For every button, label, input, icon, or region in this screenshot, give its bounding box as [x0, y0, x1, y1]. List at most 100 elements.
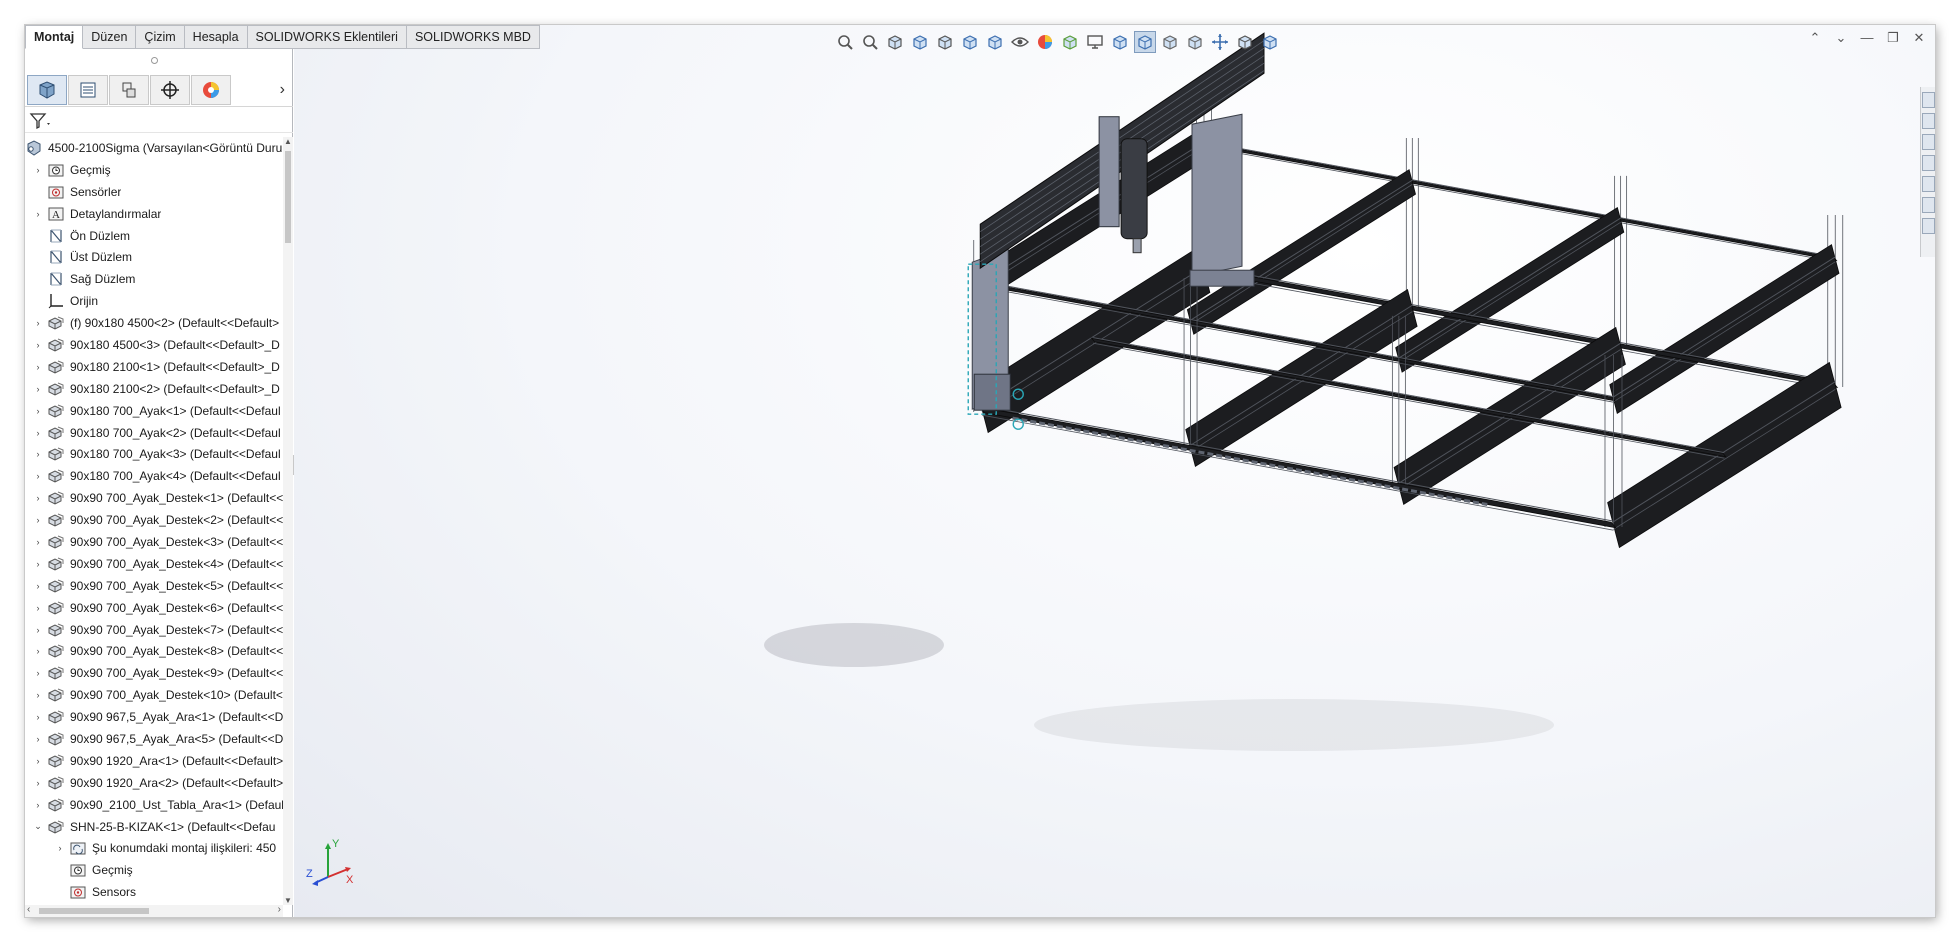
graphics-area[interactable]: ⌃ ⌄ — ❐ ✕ Y X Z — [294, 25, 1935, 917]
expand-arrow[interactable]: › — [33, 384, 43, 394]
collapse-arrow[interactable]: ⌄ — [33, 821, 43, 832]
section-view-icon[interactable] — [909, 31, 931, 53]
expand-arrow[interactable]: › — [33, 471, 43, 481]
expand-arrow[interactable]: › — [33, 559, 43, 569]
tab-solidworks-eklentileri[interactable]: SOLIDWORKS Eklentileri — [247, 25, 407, 49]
tree-item[interactable]: › 90x180 700_Ayak<1> (Default<<Defaul — [25, 400, 283, 422]
tree-item[interactable]: › 90x90 700_Ayak_Destek<10> (Default< — [25, 684, 283, 706]
tree-item[interactable]: › 90x90 700_Ayak_Destek<7> (Default<< — [25, 619, 283, 641]
minimize-icon[interactable]: — — [1859, 31, 1875, 45]
tree-item[interactable]: › 90x180 700_Ayak<3> (Default<<Defaul — [25, 443, 283, 465]
expand-arrow[interactable]: › — [33, 625, 43, 635]
tree-item[interactable]: Sağ Düzlem — [25, 268, 283, 290]
tree-item[interactable]: › 90x90 700_Ayak_Destek<2> (Default<< — [25, 509, 283, 531]
cnc-gantry-frame-model[interactable] — [294, 25, 1935, 917]
tree-item[interactable]: › 90x90 700_Ayak_Destek<8> (Default<< — [25, 640, 283, 662]
expand-arrow[interactable]: › — [33, 537, 43, 547]
close-icon[interactable]: ✕ — [1911, 31, 1927, 45]
tree-item[interactable]: › 90x90 700_Ayak_Destek<6> (Default<< — [25, 597, 283, 619]
scroll-left-arrow[interactable]: ‹ — [27, 904, 30, 915]
design-library-icon[interactable] — [1922, 113, 1935, 129]
previous-view-icon[interactable] — [884, 31, 906, 53]
filter-icon[interactable] — [29, 112, 53, 130]
tree-item[interactable]: Geçmiş — [25, 859, 283, 881]
normal-to-icon[interactable] — [1259, 31, 1281, 53]
scroll-down-arrow[interactable]: ▼ — [283, 896, 293, 905]
apply-scene-icon[interactable] — [1059, 31, 1081, 53]
tree-item[interactable]: › 90x180 4500<3> (Default<<Default>_D — [25, 334, 283, 356]
scroll-up-arrow[interactable]: ▲ — [283, 137, 293, 146]
pan-icon[interactable] — [1209, 31, 1231, 53]
scroll-thumb[interactable] — [285, 151, 291, 243]
restore-down-icon[interactable]: ⌄ — [1833, 31, 1849, 45]
forum-icon[interactable] — [1922, 218, 1935, 234]
expand-arrow[interactable]: › — [33, 318, 43, 328]
expand-arrow[interactable]: › — [33, 756, 43, 766]
tree-item[interactable]: › 90x180 2100<2> (Default<<Default>_D — [25, 378, 283, 400]
configuration-manager-icon[interactable] — [109, 74, 149, 105]
panel-grip[interactable] — [151, 57, 158, 64]
view-palette-icon[interactable] — [1922, 155, 1935, 171]
tree-item[interactable]: Sensörler — [25, 181, 283, 203]
solidworks-resources-icon[interactable] — [1922, 92, 1935, 108]
expand-arrow[interactable]: › — [33, 668, 43, 678]
hide-show-icon[interactable] — [1009, 31, 1031, 53]
view-settings-icon[interactable] — [1084, 31, 1106, 53]
property-manager-icon[interactable] — [68, 74, 108, 105]
expand-arrow[interactable]: › — [33, 603, 43, 613]
expand-arrow[interactable]: › — [33, 406, 43, 416]
tree-item[interactable]: › 90x90 700_Ayak_Destek<3> (Default<< — [25, 531, 283, 553]
expand-arrow[interactable]: › — [33, 581, 43, 591]
tree-item[interactable]: › 90x180 700_Ayak<4> (Default<<Defaul — [25, 465, 283, 487]
zoom-to-fit-icon[interactable] — [834, 31, 856, 53]
tree-item[interactable]: › Geçmiş — [25, 159, 283, 181]
next-tab-arrow[interactable]: › — [280, 81, 285, 99]
expand-arrow[interactable]: › — [33, 778, 43, 788]
expand-arrow[interactable]: › — [33, 165, 43, 175]
expand-arrow[interactable]: › — [33, 800, 43, 810]
expand-arrow[interactable]: › — [33, 209, 43, 219]
display-style-icon[interactable] — [984, 31, 1006, 53]
tab-düzen[interactable]: Düzen — [83, 25, 137, 49]
dimxpert-manager-icon[interactable] — [150, 74, 190, 105]
expand-arrow[interactable]: › — [55, 843, 65, 853]
expand-arrow[interactable]: › — [33, 712, 43, 722]
tree-item[interactable]: Ön Düzlem — [25, 225, 283, 247]
tree-item[interactable]: › 90x180 2100<1> (Default<<Default>_D — [25, 356, 283, 378]
custom-properties-icon[interactable] — [1922, 197, 1935, 213]
hidden-lines-icon[interactable] — [1159, 31, 1181, 53]
tab-solidworks-mbd[interactable]: SOLIDWORKS MBD — [406, 25, 540, 49]
zoom-area-icon[interactable] — [859, 31, 881, 53]
tree-item[interactable]: › 90x90 700_Ayak_Destek<9> (Default<< — [25, 662, 283, 684]
expand-arrow[interactable]: › — [33, 515, 43, 525]
expand-arrow[interactable]: › — [33, 646, 43, 656]
isometric-view-icon[interactable] — [1109, 31, 1131, 53]
tree-item[interactable]: › 90x90 700_Ayak_Destek<5> (Default<< — [25, 575, 283, 597]
shaded-with-edges-icon[interactable] — [1134, 31, 1156, 53]
tree-item[interactable]: › 90x90 1920_Ara<2> (Default<<Default> — [25, 772, 284, 794]
wireframe-icon[interactable] — [1184, 31, 1206, 53]
tree-horizontal-scrollbar[interactable]: ‹ › — [25, 904, 283, 917]
tree-item[interactable]: › Şu konumdaki montaj ilişkileri: 450 — [25, 838, 283, 860]
tree-item[interactable]: › 90x180 700_Ayak<2> (Default<<Defaul — [25, 422, 283, 444]
tree-item[interactable]: › A Detaylandırmalar — [25, 203, 283, 225]
expand-arrow[interactable]: › — [33, 449, 43, 459]
tab-çizim[interactable]: Çizim — [136, 25, 185, 49]
expand-arrow[interactable]: › — [33, 362, 43, 372]
expand-arrow[interactable]: › — [33, 734, 43, 744]
dynamic-annotation-icon[interactable] — [934, 31, 956, 53]
expand-arrow[interactable]: › — [33, 428, 43, 438]
tree-vertical-scrollbar[interactable]: ▲ ▼ — [283, 137, 293, 905]
expand-arrow[interactable]: › — [33, 493, 43, 503]
appearances-icon[interactable] — [1922, 176, 1935, 192]
expand-arrow[interactable]: › — [33, 690, 43, 700]
feature-manager-icon[interactable] — [27, 74, 67, 105]
view-orientation-icon[interactable] — [959, 31, 981, 53]
tab-hesapla[interactable]: Hesapla — [184, 25, 248, 49]
tree-item[interactable]: › (f) 90x180 4500<2> (Default<<Default> — [25, 312, 283, 334]
tree-item[interactable]: ⌄ SHN-25-B-KIZAK<1> (Default<<Defau — [25, 816, 283, 838]
scroll-right-arrow[interactable]: › — [278, 904, 281, 915]
tree-item[interactable]: › 90x90 967,5_Ayak_Ara<5> (Default<<D — [25, 728, 283, 750]
tree-item[interactable]: › 90x90 700_Ayak_Destek<4> (Default<< — [25, 553, 283, 575]
scroll-thumb-horizontal[interactable] — [39, 908, 149, 914]
